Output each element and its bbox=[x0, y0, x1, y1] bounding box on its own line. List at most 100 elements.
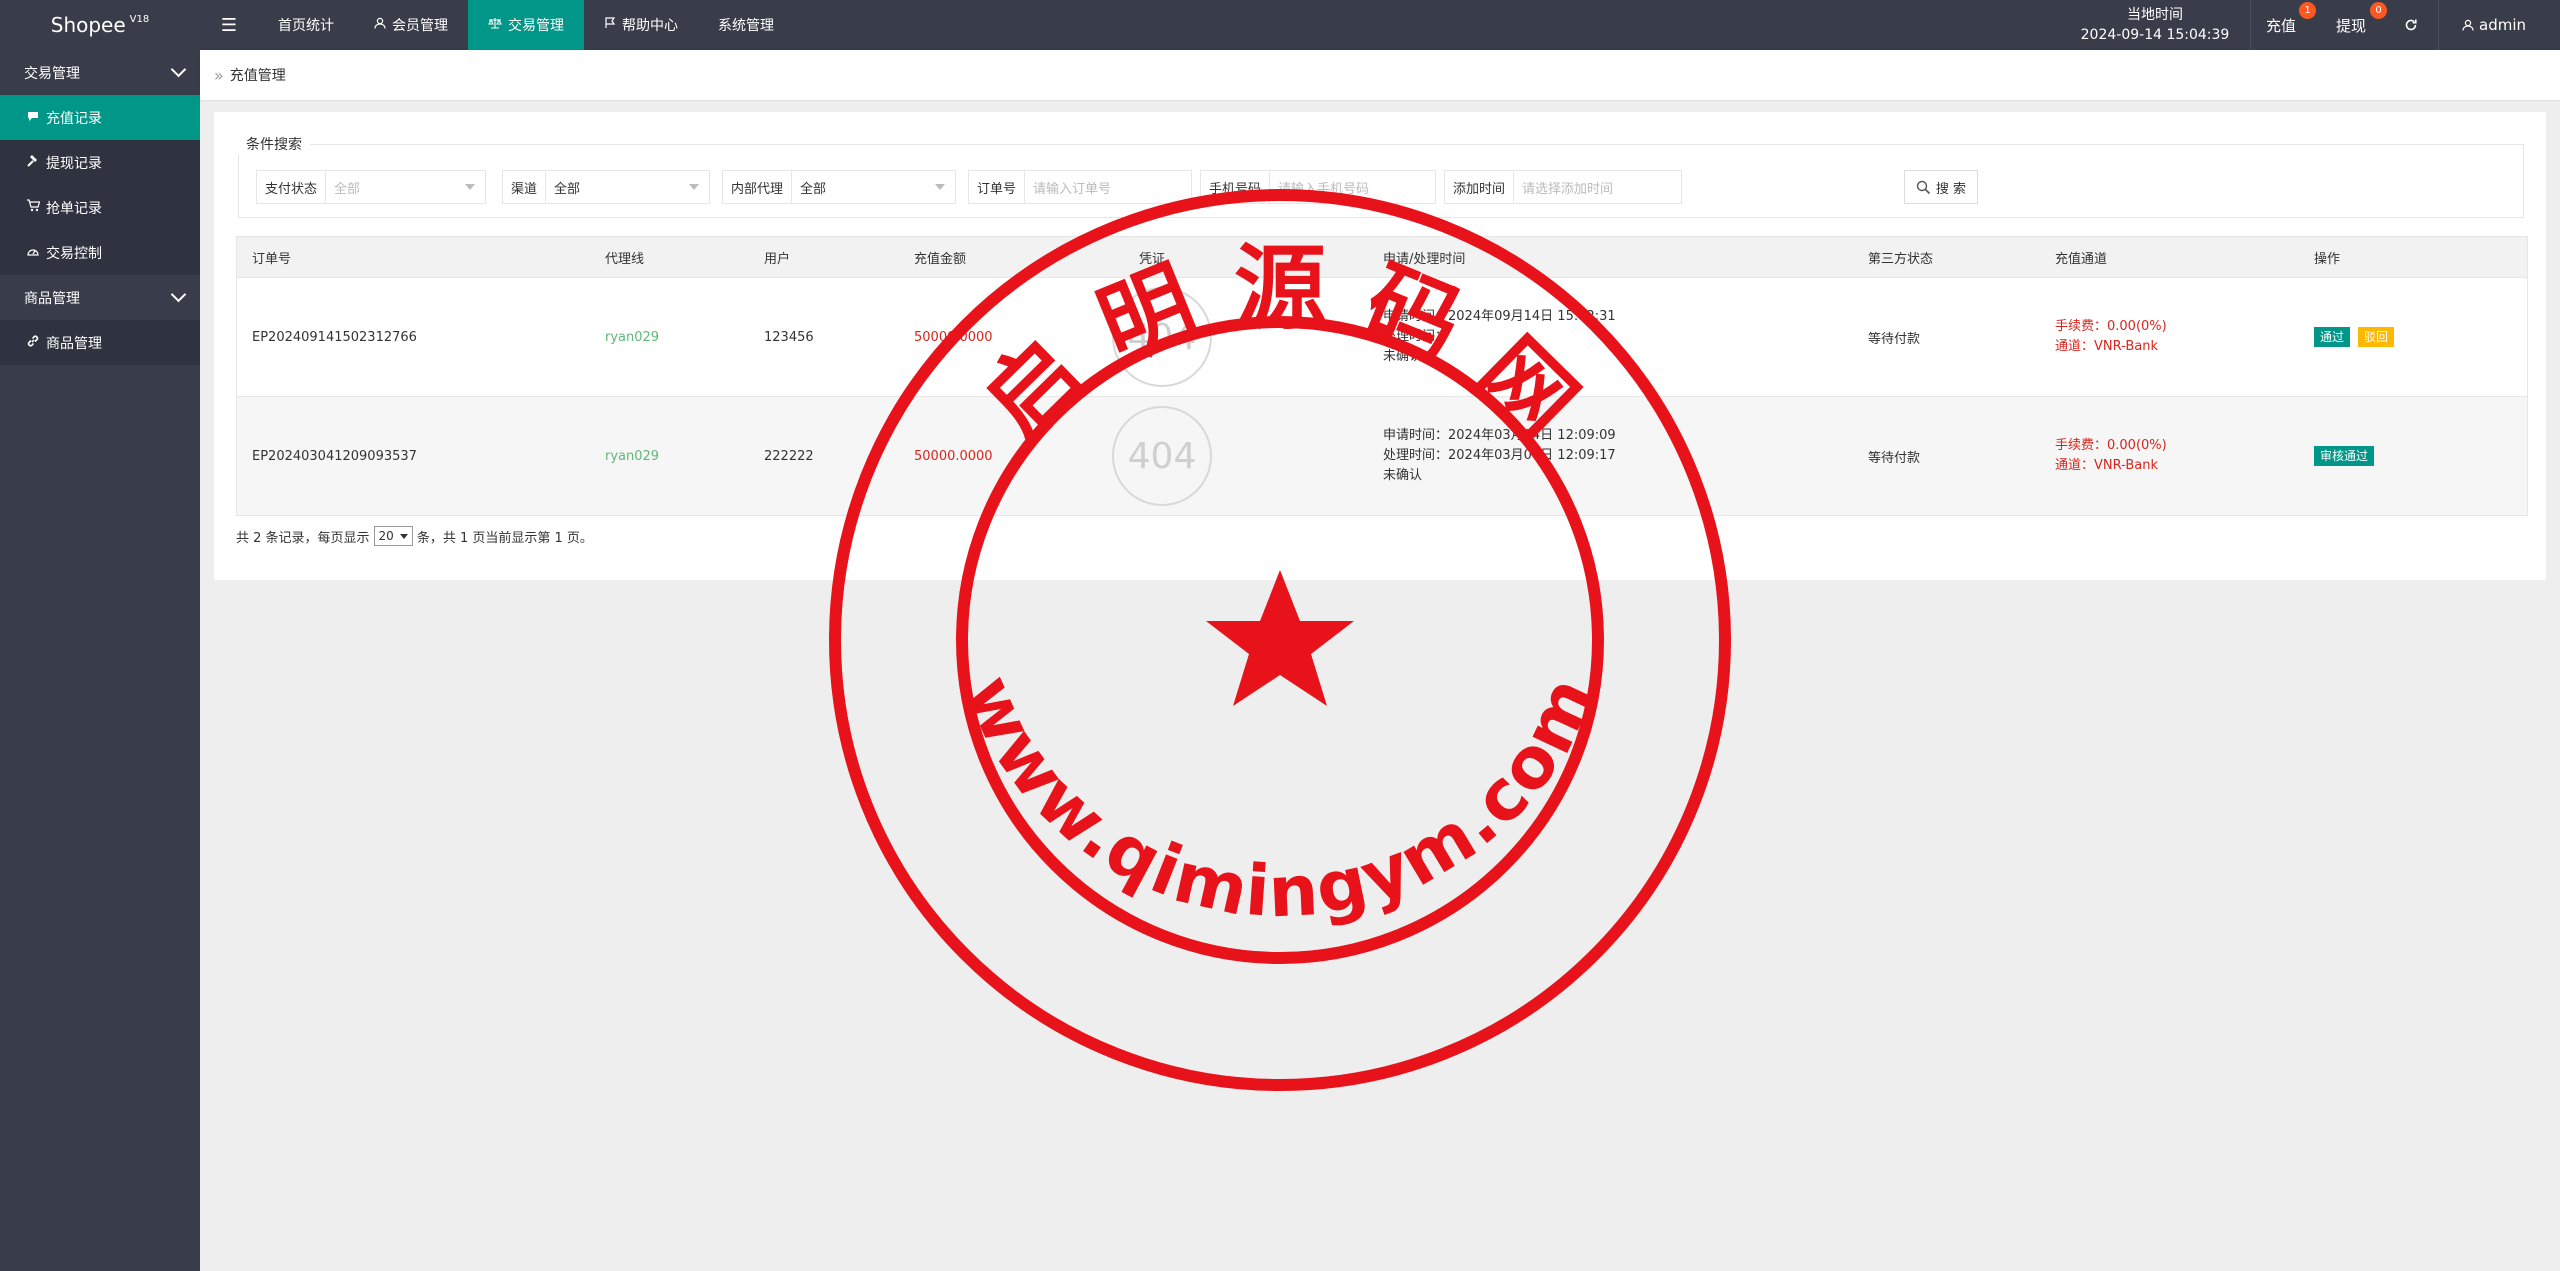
topnav-transaction-management[interactable]: 交易管理 bbox=[468, 0, 584, 50]
proof-cell: 404 bbox=[1112, 397, 1212, 515]
app-logo[interactable]: Shopee V18 bbox=[0, 0, 200, 50]
proof-image-placeholder[interactable]: 404 bbox=[1112, 406, 1212, 506]
column-header: 代理线 bbox=[605, 251, 645, 267]
order-number: EP202409141502312766 bbox=[252, 329, 417, 345]
sidebar-item-label: 提现记录 bbox=[46, 155, 102, 172]
sidebar-group-transaction[interactable]: 交易管理 bbox=[0, 50, 200, 95]
sidebar-group-label: 商品管理 bbox=[24, 290, 80, 307]
withdraw-label: 提现 bbox=[2336, 16, 2367, 35]
agent-line: ryan029 bbox=[605, 329, 660, 345]
star-icon bbox=[1206, 570, 1354, 706]
withdraw-button[interactable]: 提现 0 bbox=[2336, 0, 2387, 50]
app-version: V18 bbox=[129, 13, 150, 25]
phone-number-input[interactable]: 请输入手机号码 bbox=[1270, 171, 1435, 203]
column-header: 用户 bbox=[764, 251, 791, 267]
time-info: 申请时间：2024年03月04日 12:09:09 处理时间：2024年03月0… bbox=[1383, 397, 1616, 515]
topnav-label: 帮助中心 bbox=[622, 18, 678, 34]
filter-value: 全部 bbox=[326, 171, 485, 203]
chevron-down-icon bbox=[170, 61, 187, 78]
top-nav: 首页统计 会员管理 交易管理 帮助中心 系统管理 bbox=[258, 0, 794, 50]
breadcrumb-current[interactable]: 充值管理 bbox=[230, 65, 286, 85]
column-header: 充值金额 bbox=[914, 251, 967, 267]
third-party-status: 等待付款 bbox=[1868, 331, 1921, 347]
refresh-icon[interactable] bbox=[2404, 0, 2418, 50]
add-time-input[interactable]: 请选择添加时间 bbox=[1514, 171, 1681, 203]
search-button[interactable]: 搜 索 bbox=[1904, 170, 1978, 204]
filter-label: 订单号 bbox=[969, 171, 1026, 203]
caret-down-icon bbox=[465, 184, 475, 190]
pagination-suffix: 条，共 1 页当前显示第 1 页。 bbox=[416, 530, 593, 546]
topnav-label: 首页统计 bbox=[278, 18, 334, 34]
menu-toggle-icon[interactable]: ☰ bbox=[212, 0, 246, 50]
filter-label: 手机号码 bbox=[1201, 171, 1271, 203]
sidebar-item-transaction-control[interactable]: 交易控制 bbox=[0, 230, 200, 275]
row-actions: 通过 驳回 bbox=[2314, 278, 2402, 396]
sidebar-item-label: 充值记录 bbox=[46, 110, 102, 127]
time-info: 申请时间：2024年09月14日 15:02:31 处理时间： 未确认 bbox=[1383, 278, 1616, 396]
sidebar-item-label: 抢单记录 bbox=[46, 200, 102, 217]
column-header: 申请/处理时间 bbox=[1383, 251, 1466, 267]
hammer-icon bbox=[24, 154, 42, 171]
sidebar-group-product[interactable]: 商品管理 bbox=[0, 275, 200, 320]
sidebar-item-label: 交易控制 bbox=[46, 245, 102, 262]
recharge-button[interactable]: 充值 1 bbox=[2266, 0, 2316, 50]
order-number-input[interactable]: 请输入订单号 bbox=[1025, 171, 1191, 203]
filter-label: 渠道 bbox=[503, 171, 547, 203]
selected-value: 全部 bbox=[800, 181, 827, 197]
filter-label: 内部代理 bbox=[723, 171, 793, 203]
local-time: 当地时间 2024-09-14 15:04:39 bbox=[2070, 0, 2240, 50]
internal-agent-select[interactable]: 内部代理 全部 bbox=[722, 170, 956, 204]
chevron-down-icon bbox=[170, 286, 187, 303]
column-header: 凭证 bbox=[1139, 251, 1166, 267]
order-number-field[interactable]: 订单号 请输入订单号 bbox=[968, 170, 1192, 204]
apply-time: 申请时间：2024年09月14日 15:02:31 bbox=[1383, 309, 1616, 324]
user-menu[interactable]: admin bbox=[2462, 0, 2526, 50]
user-account: 222222 bbox=[764, 448, 814, 464]
phone-number-field[interactable]: 手机号码 请输入手机号码 bbox=[1200, 170, 1436, 204]
channel-select[interactable]: 渠道 全部 bbox=[502, 170, 710, 204]
sidebar-item-withdraw-records[interactable]: 提现记录 bbox=[0, 140, 200, 185]
reject-button[interactable]: 驳回 bbox=[2358, 327, 2395, 347]
third-party-status: 等待付款 bbox=[1868, 450, 1921, 466]
selected-value: 全部 bbox=[554, 181, 581, 197]
topnav-system-management[interactable]: 系统管理 bbox=[698, 0, 794, 50]
confirm-status: 未确认 bbox=[1383, 349, 1423, 364]
page-size-select[interactable]: 20 bbox=[373, 526, 413, 546]
topbar-divider bbox=[2250, 0, 2251, 50]
confirm-status: 未确认 bbox=[1383, 468, 1423, 483]
agent-line: ryan029 bbox=[605, 448, 660, 464]
sidebar-item-grab-order-records[interactable]: 抢单记录 bbox=[0, 185, 200, 230]
process-time: 处理时间： bbox=[1383, 329, 1449, 344]
sidebar: 交易管理 充值记录 提现记录 抢单记录 交易控制 商品管理 商品管理 bbox=[0, 50, 200, 1271]
topnav-member-management[interactable]: 会员管理 bbox=[354, 0, 468, 50]
column-header: 操作 bbox=[2314, 251, 2341, 267]
channel-text: 通道：VNR-Bank bbox=[2055, 458, 2159, 473]
stamp-bottom-text: www.qimingym.com bbox=[948, 663, 1612, 934]
sidebar-item-recharge-records[interactable]: 充值记录 bbox=[0, 95, 200, 140]
search-button-label: 搜 索 bbox=[1935, 181, 1967, 197]
add-time-field[interactable]: 添加时间 请选择添加时间 bbox=[1444, 170, 1682, 204]
audit-approve-button[interactable]: 审核通过 bbox=[2314, 446, 2375, 466]
user-account: 123456 bbox=[764, 329, 814, 345]
row-actions: 审核通过 bbox=[2314, 397, 2382, 515]
topnav-label: 交易管理 bbox=[508, 18, 564, 34]
user-icon bbox=[2462, 19, 2474, 31]
gauge-icon bbox=[24, 245, 42, 261]
proof-cell: 404 bbox=[1112, 278, 1212, 396]
recharge-amount: 50000.0000 bbox=[914, 448, 993, 464]
proof-image-placeholder[interactable]: 404 bbox=[1112, 287, 1212, 387]
local-time-value: 2024-09-14 15:04:39 bbox=[2080, 27, 2230, 43]
search-icon bbox=[1916, 180, 1931, 195]
channel-text: 通道：VNR-Bank bbox=[2055, 339, 2159, 354]
cart-icon bbox=[24, 199, 42, 216]
recharge-table: 订单号 代理线 用户 充值金额 凭证 申请/处理时间 第三方状态 充值通道 操作… bbox=[236, 236, 2528, 516]
user-name: admin bbox=[2479, 16, 2526, 34]
sidebar-item-product-management[interactable]: 商品管理 bbox=[0, 320, 200, 365]
approve-button[interactable]: 通过 bbox=[2314, 327, 2351, 347]
topnav-help-center[interactable]: 帮助中心 bbox=[584, 0, 698, 50]
search-legend: 条件搜索 bbox=[238, 134, 310, 154]
link-icon bbox=[24, 334, 42, 352]
recharge-amount: 50000.0000 bbox=[914, 329, 993, 345]
topnav-home-stats[interactable]: 首页统计 bbox=[258, 0, 354, 50]
pay-status-select[interactable]: 支付状态 全部 bbox=[256, 170, 486, 204]
